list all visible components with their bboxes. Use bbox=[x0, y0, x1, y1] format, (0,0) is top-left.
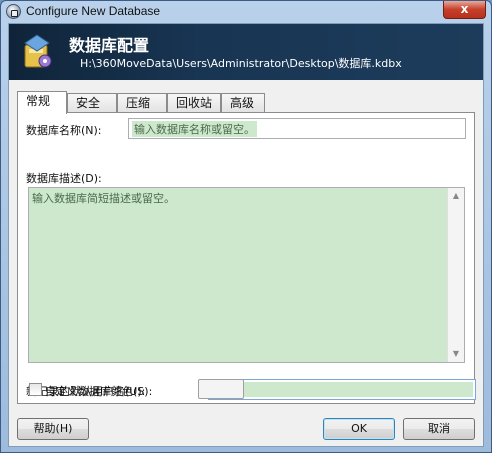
header-banner: 数据库配置 H:\360MoveData\Users\Administrator… bbox=[9, 24, 483, 80]
database-name-placeholder: 输入数据库名称或留空。 bbox=[132, 121, 257, 137]
dialog-client-area: 数据库配置 H:\360MoveData\Users\Administrator… bbox=[8, 23, 484, 447]
description-scrollbar[interactable]: ▲ ▼ bbox=[447, 188, 464, 362]
database-description-input[interactable]: 输入数据库简短描述或留空。 ▲ ▼ bbox=[28, 187, 465, 363]
database-name-label: 数据库名称(N): bbox=[26, 124, 102, 137]
tab-general[interactable]: 常规 bbox=[17, 91, 67, 114]
banner-title: 数据库配置 bbox=[69, 36, 150, 55]
custom-color-label[interactable]: 自定义数据库颜色(S): bbox=[45, 383, 152, 399]
tab-panel-general: 数据库名称(N): 输入数据库名称或留空。 数据库描述(D): 输入数据库简短描… bbox=[17, 112, 476, 404]
database-path: H:\360MoveData\Users\Administrator\Deskt… bbox=[80, 57, 402, 70]
database-settings-icon bbox=[24, 34, 52, 68]
database-name-input[interactable]: 输入数据库名称或留空。 bbox=[128, 118, 466, 139]
scroll-up-icon[interactable]: ▲ bbox=[448, 188, 464, 204]
ok-button[interactable]: OK bbox=[323, 418, 395, 440]
dialog-window: Configure New Database x 数据库配置 H:\360Mov… bbox=[0, 0, 492, 453]
color-picker-button[interactable] bbox=[198, 379, 244, 399]
database-description-label: 数据库描述(D): bbox=[26, 172, 102, 185]
default-username-field-fill bbox=[211, 382, 473, 397]
custom-color-checkbox[interactable] bbox=[29, 383, 42, 396]
window-title: Configure New Database bbox=[26, 4, 161, 18]
tab-advanced[interactable]: 高级 bbox=[221, 93, 265, 112]
cancel-button[interactable]: 取消 bbox=[403, 418, 475, 440]
keepass-lock-icon bbox=[6, 4, 21, 19]
tab-security[interactable]: 安全 bbox=[67, 93, 117, 112]
tab-strip: 常规 安全 压缩 回收站 高级 bbox=[17, 91, 477, 114]
close-button[interactable]: x bbox=[443, 1, 486, 19]
database-description-placeholder: 输入数据库简短描述或留空。 bbox=[32, 192, 175, 205]
tab-recycle-bin[interactable]: 回收站 bbox=[167, 93, 221, 112]
scroll-down-icon[interactable]: ▼ bbox=[448, 346, 464, 362]
title-bar[interactable]: Configure New Database x bbox=[1, 1, 491, 23]
default-username-input[interactable] bbox=[208, 379, 476, 400]
help-button[interactable]: 帮助(H) bbox=[17, 418, 89, 440]
tab-compression[interactable]: 压缩 bbox=[117, 93, 167, 112]
